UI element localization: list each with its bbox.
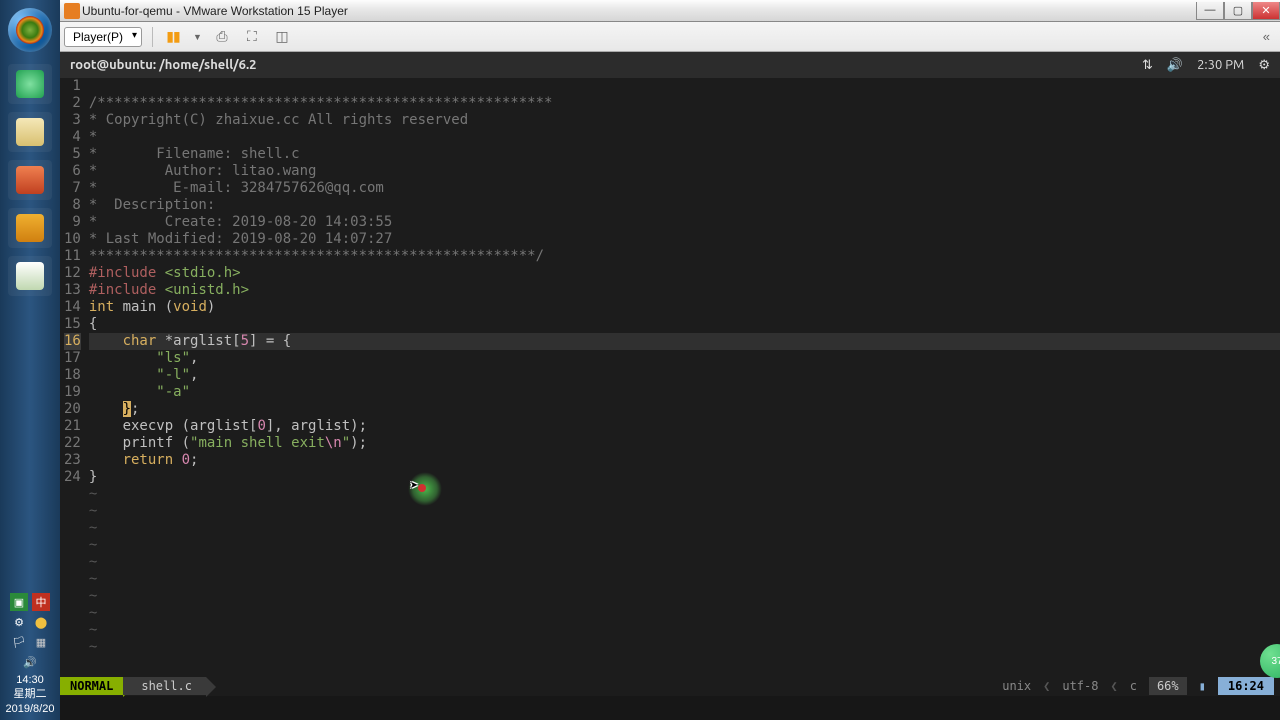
code-line[interactable]: "-a" [89,384,1280,401]
code-line[interactable]: char *arglist[5] = { [89,333,1280,350]
unity-icon[interactable]: ◫ [272,27,292,47]
code-line[interactable]: }; [89,401,1280,418]
vmware-toolbar: Player(P) ▮▮ ▼ ⎙ ⛶ ◫ « [0,22,1280,52]
terminal-title: root@ubuntu: /home/shell/6.2 [70,58,257,72]
code-line[interactable]: } [89,469,1280,486]
tray-volume-icon[interactable]: 🔊 [21,653,39,671]
code-line[interactable]: printf ("main shell exit\n"); [89,435,1280,452]
window-title: Ubuntu-for-qemu - VMware Workstation 15 … [82,4,348,18]
code-line[interactable]: * Description: [89,197,1280,214]
code-line[interactable]: int main (void) [89,299,1280,316]
player-menu[interactable]: Player(P) [64,27,142,47]
taskbar-item-vmware[interactable] [8,208,52,248]
file-encoding: utf-8 [1062,679,1098,693]
tray-icon[interactable]: ⬤ [32,613,50,631]
close-button[interactable]: ✕ [1252,2,1280,20]
code-line[interactable]: * Last Modified: 2019-08-20 14:07:27 [89,231,1280,248]
file-format: unix [1002,679,1031,693]
vim-statusline: NORMAL shell.c unix ❮ utf-8 ❮ c 66% ▮ 16… [60,676,1280,696]
maximize-button[interactable]: ▢ [1224,2,1252,20]
pause-icon[interactable]: ▮▮ [163,27,183,47]
tray-time[interactable]: 14:30 [6,673,55,687]
cursor-position: 16:24 [1218,677,1274,695]
code-line[interactable] [89,78,1280,95]
collapse-toolbar-icon[interactable]: « [1263,29,1270,44]
vim-editor[interactable]: 123456789101112131415161718192021222324 … [60,78,1280,676]
vm-display[interactable]: root@ubuntu: /home/shell/6.2 ⇅ 🔊 2:30 PM… [60,52,1280,720]
code-line[interactable]: return 0; [89,452,1280,469]
network-icon[interactable]: ⇅ [1142,58,1153,73]
ubuntu-topbar: root@ubuntu: /home/shell/6.2 ⇅ 🔊 2:30 PM… [60,52,1280,78]
vim-filename: shell.c [123,677,206,695]
taskbar-item[interactable] [8,256,52,296]
code-line[interactable]: "ls", [89,350,1280,367]
sep-icon: ❮ [1110,679,1117,693]
minimize-button[interactable]: — [1196,2,1224,20]
vim-mode: NORMAL [60,677,123,695]
scroll-percent: 66% [1149,677,1187,695]
code-line[interactable]: * Filename: shell.c [89,146,1280,163]
vmware-icon [64,3,80,19]
start-button[interactable] [8,8,52,52]
window-titlebar: Ubuntu-for-qemu - VMware Workstation 15 … [0,0,1280,22]
code-line[interactable]: #include <stdio.h> [89,265,1280,282]
code-line[interactable]: * Copyright(C) zhaixue.cc All rights res… [89,112,1280,129]
file-type: c [1130,679,1137,693]
dropdown-arrow-icon[interactable]: ▼ [193,32,202,42]
taskbar-item[interactable] [8,64,52,104]
tray-icon[interactable]: ▣ [10,593,28,611]
code-line[interactable]: * E-mail: 3284757626@qq.com [89,180,1280,197]
tray-ime-icon[interactable]: 中 [32,593,50,611]
code-area[interactable]: /***************************************… [89,78,1280,676]
volume-icon[interactable]: 🔊 [1167,58,1183,73]
send-ctrl-alt-del-icon[interactable]: ⎙ [212,27,232,47]
line-number-gutter: 123456789101112131415161718192021222324 [60,78,89,676]
tray-icon[interactable]: ▦ [32,633,50,651]
taskbar-item[interactable] [8,160,52,200]
clock[interactable]: 2:30 PM [1197,58,1244,72]
system-tray: ▣ 中 ⚙ ⬤ 🏳 ▦ 🔊 14:30 星期二 2019/8/20 [0,593,60,720]
code-line[interactable]: * Create: 2019-08-20 14:03:55 [89,214,1280,231]
code-line[interactable]: * [89,129,1280,146]
taskbar-item[interactable] [8,112,52,152]
code-line[interactable]: "-l", [89,367,1280,384]
tray-icon[interactable]: ⚙ [10,613,28,631]
code-line[interactable]: /***************************************… [89,95,1280,112]
line-indicator-icon: ▮ [1199,679,1206,693]
tray-day[interactable]: 星期二 [6,687,55,701]
fullscreen-icon[interactable]: ⛶ [242,27,262,47]
code-line[interactable]: { [89,316,1280,333]
tray-date[interactable]: 2019/8/20 [6,702,55,716]
code-line[interactable]: ****************************************… [89,248,1280,265]
win7-taskbar: ▣ 中 ⚙ ⬤ 🏳 ▦ 🔊 14:30 星期二 2019/8/20 [0,0,60,720]
sep-icon: ❮ [1043,679,1050,693]
code-line[interactable]: #include <unistd.h> [89,282,1280,299]
code-line[interactable]: * Author: litao.wang [89,163,1280,180]
code-line[interactable]: execvp (arglist[0], arglist); [89,418,1280,435]
gear-icon[interactable]: ⚙ [1258,58,1270,73]
tray-icon[interactable]: 🏳 [10,633,28,651]
